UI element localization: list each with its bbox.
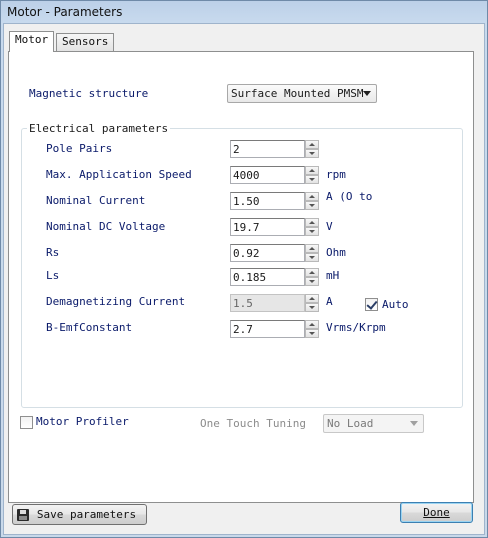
rs-label: Rs <box>46 246 60 259</box>
arrow-down-icon <box>309 306 315 309</box>
ls-spinbox: 0.185 <box>230 268 319 286</box>
arrow-up-icon <box>309 195 315 198</box>
magnetic-structure-value: Surface Mounted PMSM <box>231 87 364 100</box>
tab-sensors-label: Sensors <box>62 35 109 48</box>
pole-pairs-input[interactable]: 2 <box>230 140 305 158</box>
motor-profiler-label: Motor Profiler <box>36 415 129 428</box>
max-speed-unit: rpm <box>326 168 346 181</box>
demagnetizing-current-unit: A <box>326 295 333 308</box>
max-speed-label: Max. Application Speed <box>46 168 192 181</box>
nominal-current-label: Nominal Current <box>46 194 146 207</box>
nominal-dc-voltage-unit: V <box>326 220 333 233</box>
arrow-down-icon <box>309 280 315 283</box>
load-dropdown[interactable]: No Load <box>323 414 424 433</box>
done-label: Done <box>423 506 450 519</box>
bemf-constant-spinbox: 2.7 <box>230 320 319 338</box>
demagnetizing-current-up-button[interactable] <box>305 294 319 303</box>
tab-motor[interactable]: Motor <box>9 31 55 52</box>
max-speed-input[interactable]: 4000 <box>230 166 305 184</box>
max-speed-value: 4000 <box>233 169 260 182</box>
tab-motor-label: Motor <box>15 33 49 46</box>
bemf-constant-unit: Vrms/Krpm <box>326 321 386 334</box>
nominal-dc-voltage-label: Nominal DC Voltage <box>46 220 166 233</box>
ls-value: 0.185 <box>233 271 267 284</box>
magnetic-structure-label: Magnetic structure <box>29 87 149 100</box>
arrow-down-icon <box>309 152 315 155</box>
demagnetizing-current-spinbox: 1.5 <box>230 294 319 312</box>
max-speed-up-button[interactable] <box>305 166 319 175</box>
ls-up-button[interactable] <box>305 268 319 277</box>
motor-parameters-window: Motor - Parameters Motor Sensors Magneti… <box>0 0 488 538</box>
pole-pairs-spinbox: 2 <box>230 140 319 158</box>
dialog-client-area: Motor Sensors Magnetic structure Surface… <box>3 23 485 535</box>
arrow-up-icon <box>309 143 315 146</box>
nominal-dc-voltage-input[interactable]: 19.7 <box>230 218 305 236</box>
demagnetizing-current-value: 1.5 <box>233 297 253 310</box>
max-speed-down-button[interactable] <box>305 175 319 184</box>
ls-unit: mH <box>326 269 340 282</box>
save-parameters-button[interactable]: Save parameters <box>12 504 147 525</box>
rs-input[interactable]: 0.92 <box>230 244 305 262</box>
bemf-constant-label: B-EmfConstant <box>46 321 133 334</box>
arrow-up-icon <box>309 297 315 300</box>
pole-pairs-value: 2 <box>233 143 240 156</box>
load-value: No Load <box>327 417 374 430</box>
auto-label: Auto <box>382 298 409 311</box>
rs-value: 0.92 <box>233 247 260 260</box>
arrow-down-icon <box>309 178 315 181</box>
chevron-down-icon <box>410 421 418 426</box>
demagnetizing-current-label: Demagnetizing Current <box>46 295 186 308</box>
max-speed-spinbox: 4000 <box>230 166 319 184</box>
nominal-dc-voltage-up-button[interactable] <box>305 218 319 227</box>
pole-pairs-label: Pole Pairs <box>46 142 113 155</box>
ls-input[interactable]: 0.185 <box>230 268 305 286</box>
nominal-current-input[interactable]: 1.50 <box>230 192 305 210</box>
nominal-current-value: 1.50 <box>233 195 260 208</box>
arrow-down-icon <box>309 256 315 259</box>
rs-up-button[interactable] <box>305 244 319 253</box>
demagnetizing-current-input[interactable]: 1.5 <box>230 294 305 312</box>
arrow-down-icon <box>309 332 315 335</box>
nominal-current-spinbox: 1.50 <box>230 192 319 210</box>
pole-pairs-up-button[interactable] <box>305 140 319 149</box>
tab-sensors[interactable]: Sensors <box>56 33 115 51</box>
arrow-up-icon <box>309 221 315 224</box>
bemf-constant-input[interactable]: 2.7 <box>230 320 305 338</box>
arrow-up-icon <box>309 271 315 274</box>
nominal-current-up-button[interactable] <box>305 192 319 201</box>
ls-label: Ls <box>46 269 60 282</box>
bemf-constant-up-button[interactable] <box>305 320 319 329</box>
rs-down-button[interactable] <box>305 253 319 262</box>
motor-profiler-checkbox[interactable] <box>20 416 33 429</box>
arrow-up-icon <box>309 169 315 172</box>
nominal-current-down-button[interactable] <box>305 201 319 210</box>
nominal-dc-voltage-spinbox: 19.7 <box>230 218 319 236</box>
pole-pairs-down-button[interactable] <box>305 149 319 158</box>
arrow-up-icon <box>309 323 315 326</box>
motor-tab-panel: Magnetic structure Surface Mounted PMSM … <box>8 51 474 503</box>
bemf-constant-value: 2.7 <box>233 323 253 336</box>
rs-unit: Ohm <box>326 246 346 259</box>
rs-spinbox: 0.92 <box>230 244 319 262</box>
save-parameters-label: Save parameters <box>36 508 137 521</box>
arrow-down-icon <box>309 204 315 207</box>
chevron-down-icon <box>363 91 371 96</box>
electrical-parameters-title: Electrical parameters <box>27 122 171 136</box>
window-title: Motor - Parameters <box>7 5 123 19</box>
ls-down-button[interactable] <box>305 277 319 286</box>
demagnetizing-current-down-button[interactable] <box>305 303 319 312</box>
arrow-down-icon <box>309 230 315 233</box>
floppy-disk-icon <box>17 509 29 521</box>
magnetic-structure-dropdown[interactable]: Surface Mounted PMSM <box>227 84 377 103</box>
one-touch-tuning-label: One Touch Tuning <box>200 417 306 430</box>
nominal-current-unit: A (O to <box>326 190 373 203</box>
done-button[interactable]: Done <box>400 502 473 523</box>
nominal-dc-voltage-value: 19.7 <box>233 221 260 234</box>
bemf-constant-down-button[interactable] <box>305 329 319 338</box>
auto-checkbox[interactable] <box>365 298 378 311</box>
arrow-up-icon <box>309 247 315 250</box>
nominal-dc-voltage-down-button[interactable] <box>305 227 319 236</box>
